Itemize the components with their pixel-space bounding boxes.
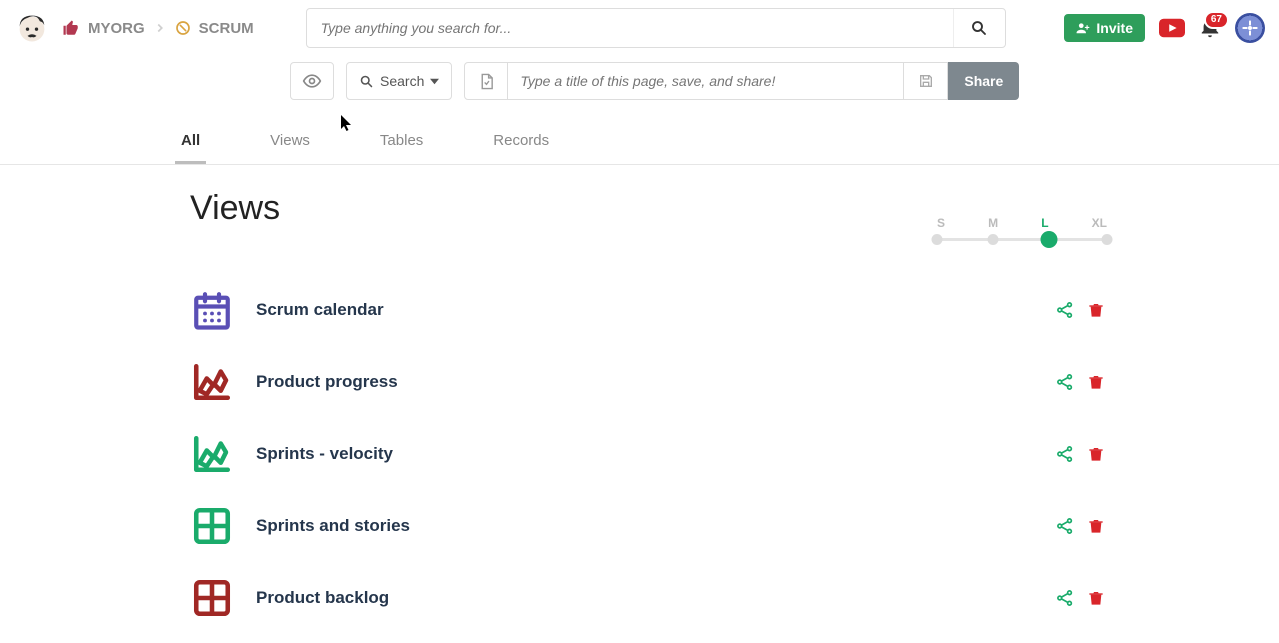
tab-records[interactable]: Records	[487, 124, 555, 164]
notifications-button[interactable]: 67	[1199, 17, 1221, 39]
breadcrumb-org[interactable]: MYORG	[88, 20, 145, 37]
eye-icon	[302, 71, 322, 91]
page-title-input[interactable]	[508, 62, 904, 100]
page-icon-button[interactable]	[464, 62, 508, 100]
chart-icon	[190, 432, 234, 476]
avatar[interactable]	[1235, 13, 1265, 43]
views-list: Scrum calendar Product progress Sprints …	[190, 274, 1104, 634]
trash-icon[interactable]	[1088, 517, 1104, 535]
search-input[interactable]	[307, 20, 953, 36]
size-xl[interactable]: XL	[1092, 216, 1107, 230]
breadcrumb: MYORG SCRUM	[62, 19, 254, 37]
size-l[interactable]: L	[1041, 216, 1048, 230]
list-item: Sprints and stories	[190, 490, 1104, 562]
list-item: Sprints - velocity	[190, 418, 1104, 490]
search-dropdown-label: Search	[380, 73, 424, 89]
add-user-icon	[1076, 21, 1090, 35]
list-item: Scrum calendar	[190, 274, 1104, 346]
trash-icon[interactable]	[1088, 589, 1104, 607]
view-name[interactable]: Scrum calendar	[256, 300, 1034, 320]
trash-icon[interactable]	[1088, 445, 1104, 463]
save-button[interactable]	[904, 62, 948, 100]
chevron-right-icon	[153, 21, 167, 35]
invite-label: Invite	[1096, 20, 1133, 36]
list-item: Product progress	[190, 346, 1104, 418]
notification-badge: 67	[1204, 11, 1229, 29]
visibility-button[interactable]	[290, 62, 334, 100]
invite-button[interactable]: Invite	[1064, 14, 1145, 42]
size-selector[interactable]: S M L XL	[937, 216, 1107, 241]
tab-all[interactable]: All	[175, 124, 206, 164]
view-name[interactable]: Sprints - velocity	[256, 444, 1034, 464]
size-dot-s[interactable]	[932, 234, 943, 245]
search-dropdown-button[interactable]: Search	[346, 62, 452, 100]
share-icon[interactable]	[1056, 517, 1074, 535]
trash-icon[interactable]	[1088, 301, 1104, 319]
youtube-icon[interactable]	[1159, 18, 1185, 38]
chart-icon	[190, 360, 234, 404]
project-icon	[175, 20, 191, 36]
search-icon[interactable]	[953, 9, 1005, 47]
size-dot-m[interactable]	[988, 234, 999, 245]
section-tabs: All Views Tables Records	[0, 124, 1279, 165]
grid-icon	[190, 576, 234, 620]
page-title: Views	[190, 189, 1279, 228]
tab-tables[interactable]: Tables	[374, 124, 429, 164]
document-icon	[478, 73, 495, 90]
list-item: Product backlog	[190, 562, 1104, 634]
thumbs-up-icon	[62, 19, 80, 37]
share-icon[interactable]	[1056, 301, 1074, 319]
breadcrumb-project[interactable]: SCRUM	[199, 20, 254, 37]
size-s[interactable]: S	[937, 216, 945, 230]
view-name[interactable]: Product backlog	[256, 588, 1034, 608]
tab-views[interactable]: Views	[264, 124, 316, 164]
size-m[interactable]: M	[988, 216, 998, 230]
size-track[interactable]	[937, 238, 1107, 241]
view-name[interactable]: Product progress	[256, 372, 1034, 392]
trash-icon[interactable]	[1088, 373, 1104, 391]
calendar-icon	[190, 288, 234, 332]
search-icon	[359, 74, 374, 89]
size-dot-xl[interactable]	[1102, 234, 1113, 245]
share-icon[interactable]	[1056, 589, 1074, 607]
share-icon[interactable]	[1056, 373, 1074, 391]
save-icon	[918, 73, 934, 89]
size-dot-l[interactable]	[1041, 231, 1058, 248]
share-icon[interactable]	[1056, 445, 1074, 463]
global-search[interactable]	[306, 8, 1006, 48]
view-name[interactable]: Sprints and stories	[256, 516, 1034, 536]
app-logo[interactable]	[14, 10, 50, 46]
caret-down-icon	[430, 77, 439, 86]
share-button[interactable]: Share	[948, 62, 1019, 100]
grid-icon	[190, 504, 234, 548]
